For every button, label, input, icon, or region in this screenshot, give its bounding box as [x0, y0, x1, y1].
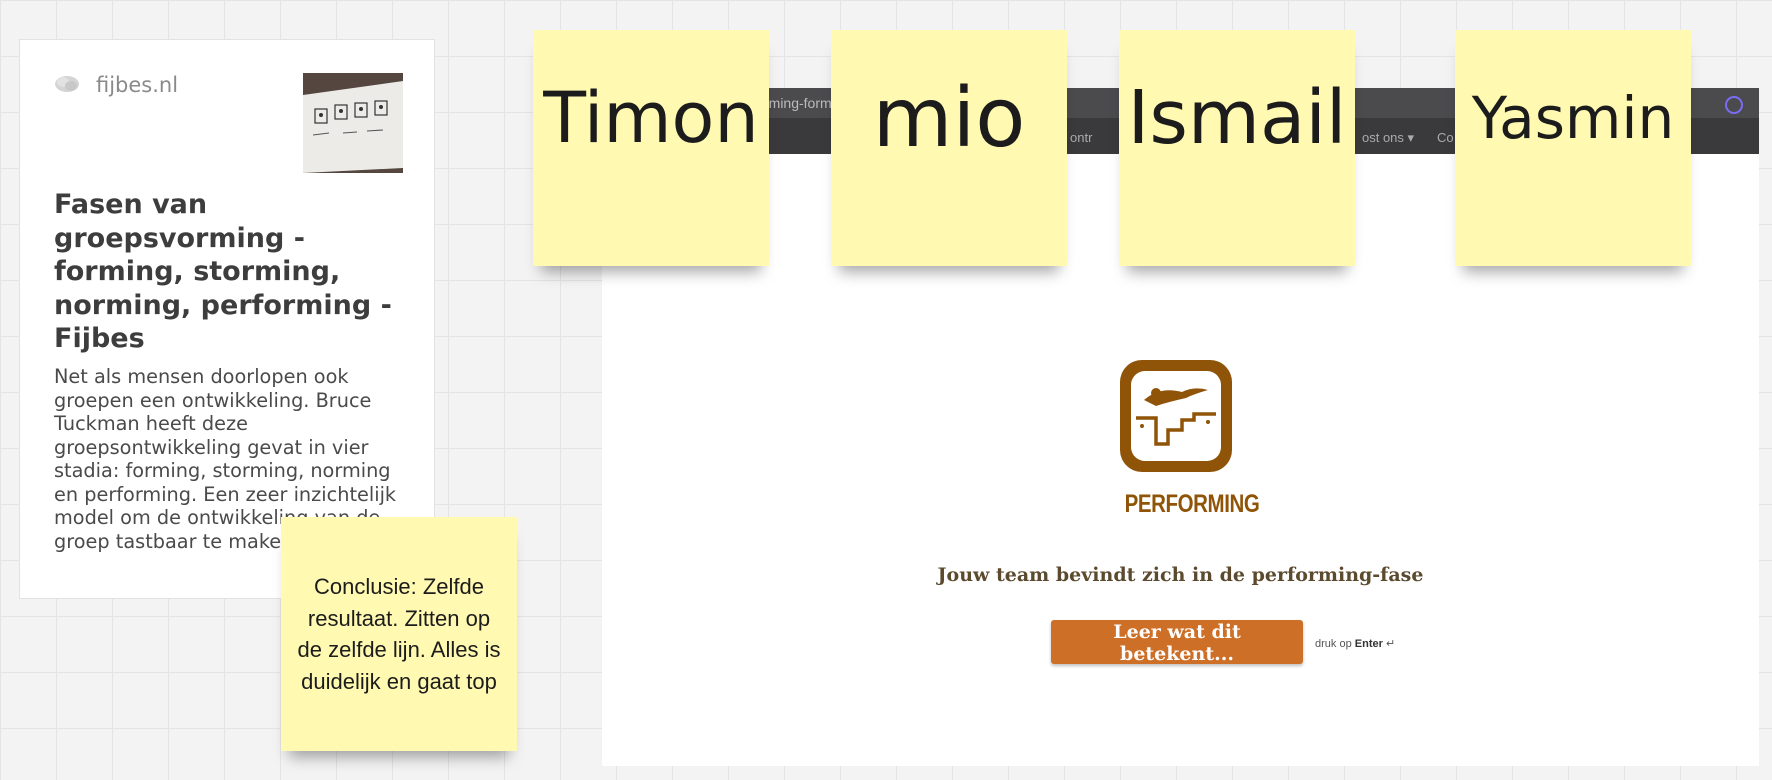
sticky-note-name[interactable]: mio	[831, 30, 1067, 266]
nav-fragment: ost ons ▾	[1362, 130, 1415, 145]
sticky-note-name[interactable]: Timon	[533, 30, 769, 266]
sticky-note-text: Timon	[543, 77, 759, 159]
link-site-name: fijbes.nl	[96, 73, 179, 97]
sketch-thumbnail-icon	[303, 73, 403, 173]
sticky-note-conclusion[interactable]: Conclusie: Zelfde resultaat. Zitten op d…	[281, 517, 517, 751]
link-preview-card[interactable]: fijbes.nl Fasen van groepsvorming - form…	[19, 39, 435, 599]
sticky-note-name[interactable]: Yasmin	[1455, 30, 1691, 266]
url-fragment: rming-form	[764, 95, 832, 111]
performing-logo-icon	[1120, 360, 1232, 472]
learn-more-button[interactable]: Leer wat dit betekent...	[1051, 620, 1303, 665]
sticky-note-text: Yasmin	[1471, 84, 1675, 152]
result-tagline: Jouw team bevindt zich in de performing-…	[937, 564, 1424, 586]
site-favicon-icon	[55, 76, 79, 92]
browser-extension-icon	[1725, 96, 1743, 114]
performing-logo-label: PERFORMING	[1124, 490, 1260, 518]
sticky-note-name[interactable]: Ismail	[1119, 30, 1355, 266]
enter-hint-key: Enter	[1354, 638, 1383, 650]
sticky-note-text: mio	[872, 70, 1026, 166]
sticky-note-text: Conclusie: Zelfde resultaat. Zitten op d…	[297, 574, 501, 694]
nav-fragment: ontr	[1070, 130, 1093, 145]
link-thumbnail-image	[303, 73, 403, 173]
enter-key-icon: ↵	[1385, 638, 1396, 650]
link-title[interactable]: Fasen van groepsvorming - forming, storm…	[54, 188, 404, 356]
enter-hint: druk op Enter ↵	[1315, 637, 1395, 650]
enter-hint-prefix: druk op	[1315, 638, 1352, 650]
sticky-note-text: Ismail	[1127, 75, 1347, 161]
nav-fragment: Co	[1437, 130, 1454, 145]
